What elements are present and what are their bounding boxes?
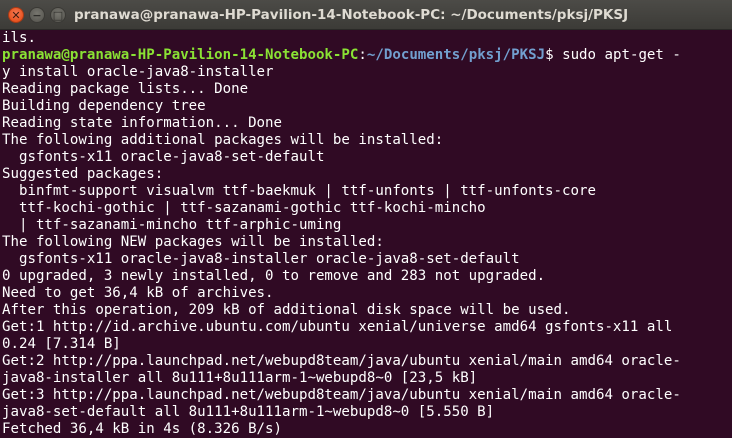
command-prompt-line: pranawa@pranawa-HP-Pavilion-14-Notebook-… bbox=[2, 47, 730, 64]
output-line: Building dependency tree bbox=[2, 98, 206, 114]
output-line: The following additional packages will b… bbox=[2, 132, 444, 148]
output-line: Need to get 36,4 kB of archives. bbox=[2, 285, 274, 301]
output-line: gsfonts-x11 oracle-java8-installer oracl… bbox=[2, 251, 520, 267]
prompt-path: ~/Documents/pksj/PKSJ bbox=[366, 47, 546, 63]
window-title: pranawa@pranawa-HP-Pavilion-14-Notebook-… bbox=[74, 7, 629, 23]
terminal-output[interactable]: ils. pranawa@pranawa-HP-Pavilion-14-Note… bbox=[0, 30, 732, 438]
output-line: binfmt-support visualvm ttf-baekmuk | tt… bbox=[2, 183, 596, 199]
output-line: Get:1 http://id.archive.ubuntu.com/ubunt… bbox=[2, 319, 673, 335]
title-bar[interactable]: ✕ − □ pranawa@pranawa-HP-Pavilion-14-Not… bbox=[0, 0, 732, 30]
output-line: Suggested packages: bbox=[2, 166, 164, 182]
output-line: After this operation, 209 kB of addition… bbox=[2, 302, 571, 318]
output-line: 0.24 [7.314 B] bbox=[2, 336, 121, 352]
output-line: 0 upgraded, 3 newly installed, 0 to remo… bbox=[2, 268, 546, 284]
output-line: Reading state information... Done bbox=[2, 115, 283, 131]
command-text: sudo apt-get - bbox=[553, 47, 681, 63]
output-line: The following NEW packages will be insta… bbox=[2, 234, 384, 250]
close-window-icon[interactable]: ✕ bbox=[8, 7, 24, 23]
output-line: java8-set-default all 8u111+8u111arm-1~w… bbox=[2, 404, 495, 420]
output-line: Get:2 http://ppa.launchpad.net/webupd8te… bbox=[2, 353, 681, 369]
output-line: y install oracle-java8-installer bbox=[2, 64, 274, 80]
prompt-user-host: pranawa@pranawa-HP-Pavilion-14-Notebook-… bbox=[2, 47, 359, 63]
output-line: Get:3 http://ppa.launchpad.net/webupd8te… bbox=[2, 387, 681, 403]
prompt-colon: : bbox=[358, 47, 367, 63]
prompt-dollar: $ bbox=[545, 47, 554, 63]
output-line: ils. bbox=[2, 30, 36, 46]
output-line: Reading package lists... Done bbox=[2, 81, 249, 97]
output-line: gsfonts-x11 oracle-java8-set-default bbox=[2, 149, 325, 165]
terminal-window: ✕ − □ pranawa@pranawa-HP-Pavilion-14-Not… bbox=[0, 0, 732, 438]
output-line: ttf-kochi-gothic | ttf-sazanami-gothic t… bbox=[2, 200, 486, 216]
output-line: Fetched 36,4 kB in 4s (8.326 B/s) bbox=[2, 421, 283, 437]
output-line: | ttf-sazanami-mincho ttf-arphic-uming bbox=[2, 217, 342, 233]
maximize-window-icon[interactable]: □ bbox=[50, 7, 66, 23]
output-line: java8-installer all 8u111+8u111arm-1~web… bbox=[2, 370, 478, 386]
minimize-window-icon[interactable]: − bbox=[29, 7, 45, 23]
